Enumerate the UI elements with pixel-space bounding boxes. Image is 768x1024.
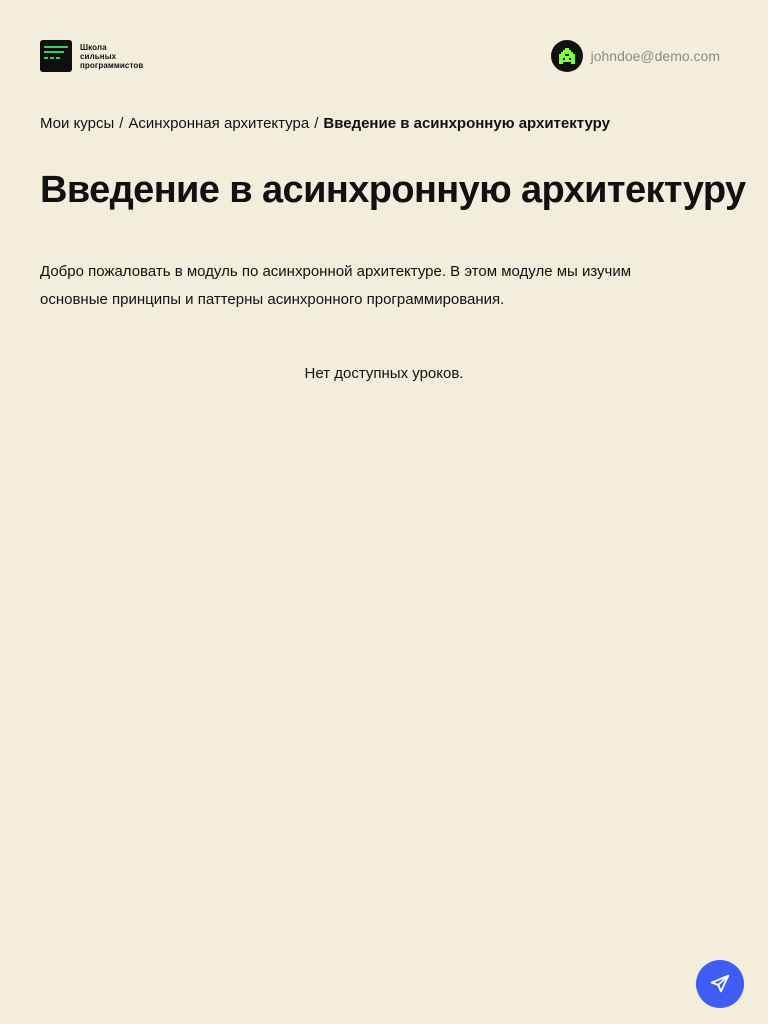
header: Школа сильных программистов johndoe@demo…: [40, 40, 720, 72]
avatar[interactable]: [550, 40, 583, 72]
logo-icon: [40, 40, 72, 72]
paper-plane-icon: [710, 974, 730, 993]
user-menu[interactable]: johndoe@demo.com: [550, 40, 720, 72]
logo-text-line: Школа: [80, 42, 107, 52]
logo-text-line: сильных: [80, 51, 117, 61]
module-description: Добро пожаловать в модуль по асинхронной…: [40, 263, 632, 308]
pixel-creature-icon: [558, 48, 575, 64]
logo-text-line: программистов: [80, 60, 144, 70]
logo-text: Школа сильных программистов: [80, 43, 143, 70]
breadcrumb-separator: /: [314, 115, 319, 132]
breadcrumb-current: Введение в асинхронную архитектуру: [323, 115, 610, 132]
telegram-button[interactable]: [696, 960, 744, 1008]
logo-link[interactable]: Школа сильных программистов: [40, 40, 143, 72]
breadcrumb-link-my-courses[interactable]: Мои курсы: [40, 115, 114, 132]
page-title: Введение в асинхронную архитектуру: [40, 169, 746, 211]
breadcrumb: Мои курсы / Асинхронная архитектура / Введен…: [40, 114, 610, 134]
breadcrumb-separator: /: [119, 115, 124, 132]
empty-lessons-message: Нет доступных уроков.: [304, 365, 464, 382]
breadcrumb-link-course[interactable]: Асинхронная архитектура: [128, 115, 309, 132]
user-email[interactable]: johndoe@demo.com: [591, 48, 720, 64]
